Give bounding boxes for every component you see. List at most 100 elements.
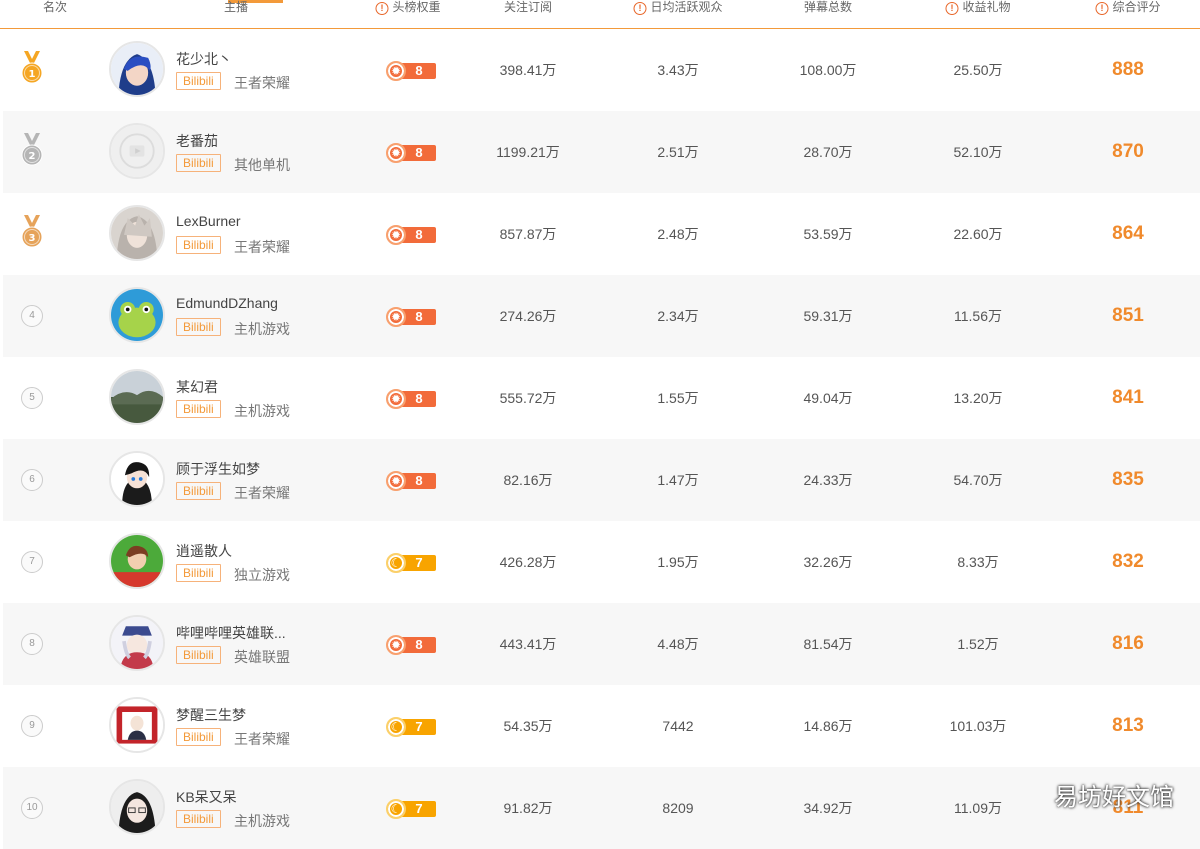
rank-number: 6 <box>21 469 43 491</box>
rank-number: 8 <box>21 633 43 655</box>
weight-badge: 7 ☾ <box>386 717 436 737</box>
avatar[interactable] <box>109 533 165 589</box>
avatar[interactable] <box>109 287 165 343</box>
category-label: 王者荣耀 <box>234 731 290 747</box>
medal-icon: 1 <box>21 51 43 84</box>
rank-number: 4 <box>21 305 43 327</box>
streamer-name[interactable]: 顾于浮生如梦 <box>176 459 260 479</box>
subscribers-value: 274.26万 <box>499 308 557 324</box>
daily-active-value: 1.47万 <box>657 472 699 488</box>
avatar[interactable] <box>109 205 165 261</box>
category-label: 独立游戏 <box>234 567 290 583</box>
platform-tag: Bilibili <box>176 318 221 336</box>
danmaku-value: 14.86万 <box>803 718 853 734</box>
daily-active-value: 7442 <box>662 718 694 734</box>
header-score[interactable]: ! 综合评分 <box>1095 0 1161 28</box>
danmaku-value: 108.00万 <box>799 62 857 78</box>
daily-active-value: 4.48万 <box>657 636 699 652</box>
streamer-name[interactable]: 哔哩哔哩英雄联... <box>176 623 286 643</box>
subscribers-value: 443.41万 <box>499 636 557 652</box>
info-icon[interactable]: ! <box>1095 2 1109 15</box>
info-icon[interactable]: ! <box>375 2 389 15</box>
header-score-label: 综合评分 <box>1112 0 1161 14</box>
weight-badge: 8 ✹ <box>386 389 436 409</box>
table-row[interactable]: 10 KB呆又呆 Bilibili 主机游戏 7 ☾ 91.82万 8209 3… <box>3 767 1200 849</box>
daily-active-value: 3.43万 <box>657 62 699 78</box>
weight-badge: 8 ✹ <box>386 61 436 81</box>
weight-badge: 8 ✹ <box>386 307 436 327</box>
table-row[interactable]: 7 逍遥散人 Bilibili 独立游戏 7 ☾ 426.28万 1.95万 3… <box>3 521 1200 603</box>
weight-badge: 8 ✹ <box>386 635 436 655</box>
daily-active-value: 2.48万 <box>657 226 699 242</box>
streamer-name[interactable]: 梦醒三生梦 <box>176 705 246 725</box>
sun-icon: ✹ <box>386 471 406 491</box>
danmaku-value: 53.59万 <box>803 226 853 242</box>
table-row[interactable]: 3 LexBurner Bilibili 王者荣耀 8 ✹ 857.87万 2.… <box>3 193 1200 275</box>
table-row[interactable]: 4 EdmundDZhang Bilibili 主机游戏 8 ✹ 274.26万… <box>3 275 1200 357</box>
platform-tag: Bilibili <box>176 646 221 664</box>
header-streamer[interactable]: 主播 <box>224 0 248 28</box>
ranking-rows: 1 花少北丶 Bilibili 王者荣耀 8 ✹ 398.41万 3.43万 1… <box>3 29 1200 849</box>
table-row[interactable]: 2 老番茄 Bilibili 其他单机 8 ✹ 1199.21万 2.51万 2… <box>3 111 1200 193</box>
header-subscribers[interactable]: 关注订阅 <box>504 0 552 28</box>
gifts-value: 11.09万 <box>954 800 1002 816</box>
sun-icon: ✹ <box>386 225 406 245</box>
medal-icon: 3 <box>21 215 43 248</box>
rank-number: 10 <box>21 797 43 819</box>
header-gifts[interactable]: ! 收益礼物 <box>945 0 1011 28</box>
streamer-name[interactable]: 老番茄 <box>176 131 218 151</box>
score-value: 813 <box>1112 715 1144 736</box>
sun-icon: ✹ <box>386 635 406 655</box>
avatar[interactable] <box>109 41 165 97</box>
daily-active-value: 1.55万 <box>657 390 699 406</box>
sun-icon: ✹ <box>386 61 406 81</box>
avatar[interactable] <box>109 123 165 179</box>
header-weight[interactable]: ! 头榜权重 <box>375 0 441 28</box>
table-row[interactable]: 9 梦醒三生梦 Bilibili 王者荣耀 7 ☾ 54.35万 7442 14… <box>3 685 1200 767</box>
subscribers-value: 54.35万 <box>503 718 553 734</box>
table-row[interactable]: 8 哔哩哔哩英雄联... Bilibili 英雄联盟 8 ✹ 443.41万 4… <box>3 603 1200 685</box>
avatar[interactable] <box>109 615 165 671</box>
header-daily-active[interactable]: ! 日均活跃观众 <box>633 0 723 28</box>
gifts-value: 11.56万 <box>954 308 1002 324</box>
danmaku-value: 59.31万 <box>803 308 853 324</box>
subscribers-value: 1199.21万 <box>496 144 560 160</box>
daily-active-value: 2.34万 <box>657 308 699 324</box>
score-value: 888 <box>1112 59 1144 80</box>
header-gifts-label: 收益礼物 <box>962 0 1011 14</box>
avatar[interactable] <box>109 369 165 425</box>
weight-badge: 8 ✹ <box>386 471 436 491</box>
daily-active-value: 1.95万 <box>657 554 699 570</box>
streamer-name[interactable]: 花少北丶 <box>176 49 232 69</box>
header-subscribers-label: 关注订阅 <box>503 0 553 14</box>
score-value: 832 <box>1112 551 1144 572</box>
category-label: 王者荣耀 <box>234 485 290 501</box>
weight-badge: 7 ☾ <box>386 799 436 819</box>
gifts-value: 101.03万 <box>949 718 1007 734</box>
info-icon[interactable]: ! <box>633 2 647 15</box>
platform-tag: Bilibili <box>176 72 221 90</box>
platform-tag: Bilibili <box>176 564 221 582</box>
streamer-name[interactable]: EdmundDZhang <box>176 295 278 311</box>
platform-tag: Bilibili <box>176 482 221 500</box>
streamer-name[interactable]: KB呆又呆 <box>176 787 237 807</box>
svg-text:3: 3 <box>29 233 36 244</box>
gifts-value: 22.60万 <box>953 226 1003 242</box>
category-label: 主机游戏 <box>234 403 290 419</box>
streamer-name[interactable]: LexBurner <box>176 213 241 229</box>
header-streamer-label: 主播 <box>223 0 249 14</box>
daily-active-value: 8209 <box>662 800 694 816</box>
header-rank[interactable]: 名次 <box>43 0 67 28</box>
info-icon[interactable]: ! <box>945 2 959 15</box>
table-row[interactable]: 6 顾于浮生如梦 Bilibili 王者荣耀 8 ✹ 82.16万 1.47万 … <box>3 439 1200 521</box>
header-danmaku[interactable]: 弹幕总数 <box>804 0 852 28</box>
moon-icon: ☾ <box>386 717 406 737</box>
weight-badge: 7 ☾ <box>386 553 436 573</box>
table-row[interactable]: 5 某幻君 Bilibili 主机游戏 8 ✹ 555.72万 1.55万 49… <box>3 357 1200 439</box>
streamer-name[interactable]: 某幻君 <box>176 377 218 397</box>
streamer-name[interactable]: 逍遥散人 <box>176 541 232 561</box>
avatar[interactable] <box>109 697 165 753</box>
avatar[interactable] <box>109 451 165 507</box>
avatar[interactable] <box>109 779 165 835</box>
table-row[interactable]: 1 花少北丶 Bilibili 王者荣耀 8 ✹ 398.41万 3.43万 1… <box>3 29 1200 111</box>
